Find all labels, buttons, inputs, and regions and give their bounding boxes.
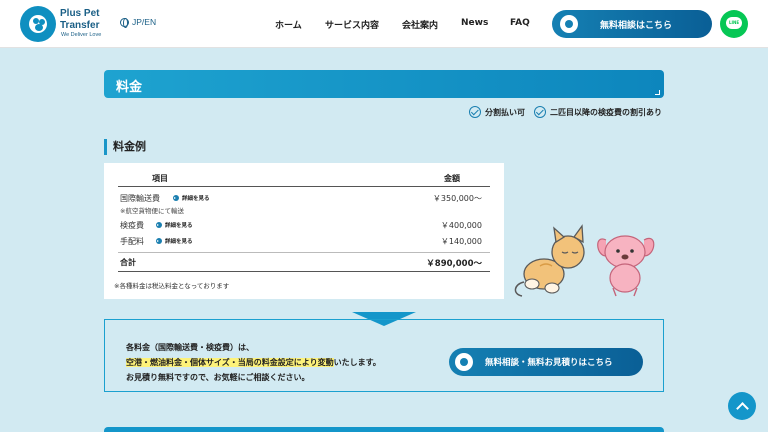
feature-discount: 二匹目以降の検疫費の割引あり	[534, 106, 662, 118]
line-button[interactable]: LINE	[720, 10, 748, 38]
language-switch[interactable]: JP/EN	[120, 17, 156, 28]
row-value-quarantine: ￥400,000	[440, 221, 482, 230]
info-highlight: 空港・燃油料金・個体サイズ・当局の料金設定により変動	[126, 358, 334, 367]
section-banner: 料金	[104, 70, 664, 98]
free-estimate-button[interactable]: 無料相談・無料お見積りはこちら	[449, 348, 643, 376]
next-section-banner	[104, 427, 664, 432]
logo-tagline: We Deliver Love	[61, 32, 102, 38]
corner-mark-icon	[655, 90, 660, 95]
paw-icon	[455, 353, 473, 371]
nav-faq[interactable]: FAQ	[510, 18, 530, 28]
dog-mascot-illustration	[597, 235, 655, 297]
column-header-item: 項目	[152, 174, 168, 183]
section-title: 料金	[116, 80, 143, 95]
detail-link-quarantine[interactable]: 詳細を見る	[156, 221, 193, 229]
detail-link-shipping[interactable]: 詳細を見る	[173, 194, 210, 202]
scroll-to-top-button[interactable]	[728, 392, 756, 420]
row-note-shipping: ※航空貨物便にて輸送	[120, 207, 184, 215]
divider	[118, 271, 490, 272]
info-line-3: お見積り無料ですので、お気軽にご相談ください。	[126, 373, 310, 382]
info-line-1: 各料金（国際輸送費・検疫費）は、	[126, 343, 254, 352]
nav-news[interactable]: News	[461, 18, 488, 28]
globe-icon	[120, 17, 129, 28]
divider	[118, 252, 490, 253]
total-label: 合計	[120, 258, 136, 267]
info-line-2: 空港・燃油料金・個体サイズ・当局の料金設定により変動いたします。	[126, 358, 381, 367]
row-label-handling: 手配料	[120, 237, 144, 246]
free-consultation-button[interactable]: 無料相談はこちら	[552, 10, 712, 38]
feature-installment: 分割払い可	[469, 106, 525, 118]
divider	[118, 186, 490, 187]
paw-logo-icon[interactable]	[20, 6, 56, 42]
cat-mascot-illustration	[514, 224, 585, 297]
paw-icon	[560, 15, 578, 33]
arrow-circle-icon	[173, 195, 179, 201]
logo-text[interactable]: Plus Pet Transfer	[60, 8, 99, 32]
detail-link-handling[interactable]: 詳細を見る	[156, 237, 193, 245]
row-label-shipping: 国際輸送費	[120, 194, 160, 203]
arrow-circle-icon	[156, 222, 162, 228]
column-header-amount: 金額	[444, 174, 460, 183]
tax-note: ※各種料金は税込料金となっております	[114, 282, 230, 290]
row-value-handling: ￥140,000	[440, 237, 482, 246]
row-value-shipping: ￥350,000〜	[432, 194, 482, 203]
arrow-circle-icon	[156, 238, 162, 244]
row-label-quarantine: 検疫費	[120, 221, 144, 230]
nav-company[interactable]: 会社案内	[402, 18, 438, 31]
total-value: ￥890,000〜	[426, 259, 482, 269]
site-header: Plus Pet Transfer We Deliver Love JP/EN …	[0, 0, 768, 48]
price-table: 項目 金額 国際輸送費 詳細を見る ※航空貨物便にて輸送 ￥350,000〜 検…	[104, 163, 504, 299]
price-example-heading: 料金例	[104, 139, 146, 155]
check-circle-icon	[534, 106, 546, 118]
nav-home[interactable]: ホーム	[275, 18, 302, 31]
line-icon: LINE	[726, 17, 742, 29]
check-circle-icon	[469, 106, 481, 118]
nav-services[interactable]: サービス内容	[325, 18, 379, 31]
